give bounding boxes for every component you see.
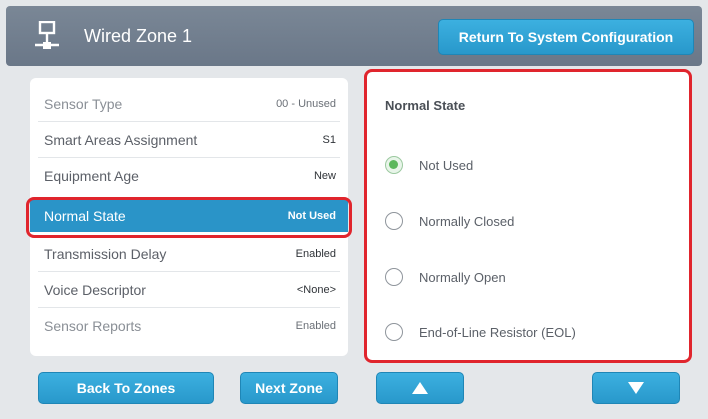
setting-row-voice-descriptor[interactable]: Voice Descriptor <None> xyxy=(30,272,348,308)
radio-unchecked-icon[interactable] xyxy=(385,268,403,286)
setting-label: Sensor Type xyxy=(44,96,123,112)
setting-value: Enabled xyxy=(295,248,336,260)
option-end-of-line-resistor[interactable]: End-of-Line Resistor (EOL) xyxy=(385,317,675,347)
option-not-used[interactable]: Not Used xyxy=(385,150,675,180)
page-title: Wired Zone 1 xyxy=(84,26,193,46)
setting-label: Voice Descriptor xyxy=(44,282,146,298)
setting-value: S1 xyxy=(322,134,336,146)
back-to-zones-button[interactable]: Back To Zones xyxy=(38,372,214,404)
screen: Wired Zone 1 Return To System Configurat… xyxy=(0,0,708,419)
option-label: Normally Open xyxy=(419,269,506,285)
setting-label: Transmission Delay xyxy=(44,246,167,262)
setting-label: Smart Areas Assignment xyxy=(44,132,198,148)
setting-value: 00 - Unused xyxy=(276,98,336,110)
arrow-down-icon xyxy=(628,382,644,394)
setting-row-smart-areas-assignment[interactable]: Smart Areas Assignment S1 xyxy=(30,122,348,158)
options-title: Normal State xyxy=(385,98,466,113)
arrow-up-icon xyxy=(412,382,428,394)
setting-row-sensor-type[interactable]: Sensor Type 00 - Unused xyxy=(30,86,348,122)
radio-unchecked-icon[interactable] xyxy=(385,323,403,341)
scroll-down-button[interactable] xyxy=(592,372,680,404)
option-label: End-of-Line Resistor (EOL) xyxy=(419,324,576,340)
setting-label: Equipment Age xyxy=(44,168,139,184)
option-normally-closed[interactable]: Normally Closed xyxy=(385,206,675,236)
normal-state-options-panel: Normal State Not Used Normally Closed No… xyxy=(364,69,692,363)
radio-checked-icon[interactable] xyxy=(385,156,403,174)
setting-value: New xyxy=(313,170,336,182)
setting-value: <None> xyxy=(296,284,336,296)
network-zone-icon xyxy=(34,20,60,51)
setting-label: Sensor Reports xyxy=(44,318,142,334)
option-label: Not Used xyxy=(419,157,474,173)
scroll-up-button[interactable] xyxy=(376,372,464,404)
setting-value: Enabled xyxy=(295,320,336,332)
option-normally-open[interactable]: Normally Open xyxy=(385,262,675,292)
header-bar: Wired Zone 1 Return To System Configurat… xyxy=(6,6,702,66)
next-zone-button[interactable]: Next Zone xyxy=(240,372,338,404)
radio-unchecked-icon[interactable] xyxy=(385,212,403,230)
option-label: Normally Closed xyxy=(419,213,515,229)
return-to-system-configuration-button[interactable]: Return To System Configuration xyxy=(438,19,694,55)
setting-row-sensor-reports[interactable]: Sensor Reports Enabled xyxy=(30,308,348,344)
setting-row-equipment-age[interactable]: Equipment Age New xyxy=(30,158,348,194)
setting-row-transmission-delay[interactable]: Transmission Delay Enabled xyxy=(30,236,348,272)
selection-highlight-outline xyxy=(26,197,352,238)
